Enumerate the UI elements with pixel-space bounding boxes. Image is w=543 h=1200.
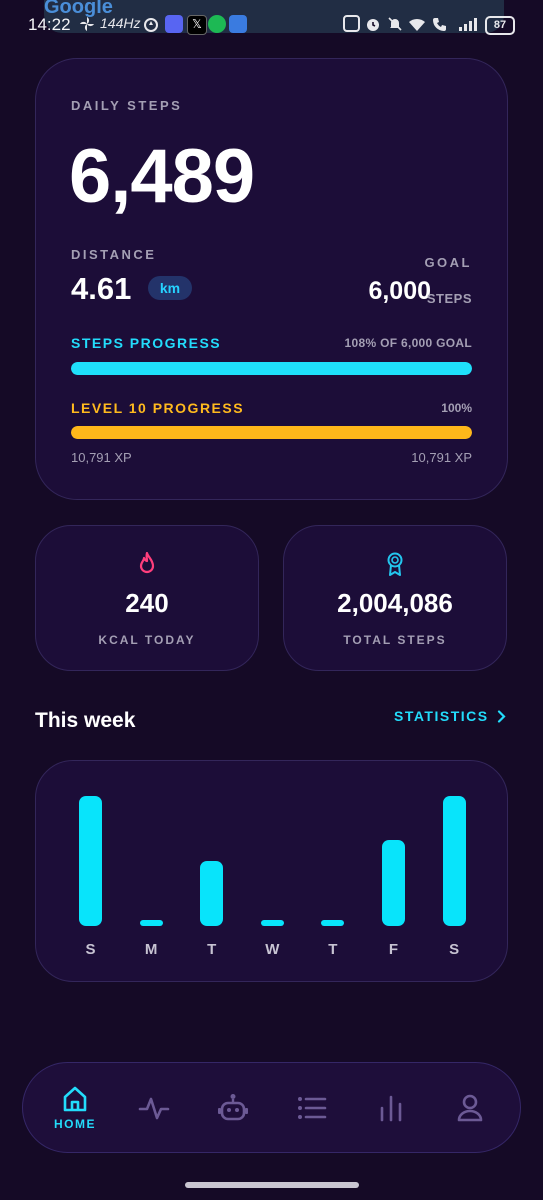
discord-icon <box>165 15 183 33</box>
chart-day-label: T <box>207 941 217 958</box>
xp-current: 10,791 XP <box>71 450 132 465</box>
steps-progress-fill <box>71 362 472 375</box>
spotify-icon <box>208 15 226 33</box>
total-steps-value: 2,004,086 <box>337 588 453 618</box>
chart-day-label: T <box>328 941 338 958</box>
chart-bar <box>139 920 163 926</box>
nav-robot[interactable] <box>203 1063 263 1152</box>
home-icon <box>63 1086 87 1111</box>
statistics-link-label: STATISTICS <box>394 708 489 724</box>
statistics-link[interactable]: STATISTICS <box>394 708 506 724</box>
steps-progress-bar <box>71 362 472 375</box>
activity-icon <box>138 1097 170 1119</box>
signal-icon <box>459 18 477 31</box>
nav-home[interactable]: HOME <box>45 1063 105 1152</box>
nav-stats[interactable] <box>361 1063 421 1152</box>
chart-bar <box>79 796 102 926</box>
alarm-icon <box>367 19 379 31</box>
battery-indicator: 87 <box>485 16 515 35</box>
mute-icon <box>388 17 402 31</box>
steps-progress-label: STEPS PROGRESS <box>71 335 222 351</box>
weekly-steps-chart: SMTWTFS <box>35 760 508 982</box>
chart-day-label: M <box>144 941 158 958</box>
kcal-value: 240 <box>125 588 169 618</box>
bar-chart-icon <box>380 1095 402 1121</box>
chart-day-label: F <box>388 941 399 958</box>
award-ribbon-icon <box>387 552 403 576</box>
profile-icon <box>457 1094 483 1121</box>
week-section-title: This week <box>35 709 136 732</box>
pinwheel-icon <box>80 17 94 31</box>
flame-icon <box>139 552 155 574</box>
status-bar: Google 14:22 144Hz 𝕏 87 <box>0 0 543 50</box>
wifi-icon <box>409 18 425 31</box>
robot-icon <box>218 1093 248 1120</box>
list-icon <box>298 1096 327 1119</box>
daily-steps-label: DAILY STEPS <box>71 98 183 113</box>
distance-unit-pill: km <box>148 276 192 300</box>
gesture-home-indicator[interactable] <box>185 1182 359 1188</box>
chart-bar <box>382 840 405 926</box>
kcal-label: KCAL TODAY <box>98 633 196 647</box>
nav-profile[interactable] <box>440 1063 500 1152</box>
chart-bar <box>200 861 224 926</box>
bottom-nav: HOME <box>22 1062 521 1153</box>
level-progress-fill <box>71 426 472 439</box>
goal-unit: STEPS <box>426 291 472 306</box>
nav-home-label: HOME <box>54 1116 96 1131</box>
distance-label: DISTANCE <box>71 247 157 262</box>
goal-value: 6,000 <box>368 277 431 305</box>
goal-label: GOAL <box>424 255 472 270</box>
total-steps-card: 2,004,086 TOTAL STEPS <box>283 525 507 671</box>
chart-day-label: W <box>265 941 280 958</box>
chart-day-label: S <box>449 941 460 958</box>
nav-list[interactable] <box>282 1063 342 1152</box>
chevron-right-icon <box>497 709 506 723</box>
x-icon: 𝕏 <box>187 15 207 35</box>
level-progress-bar <box>71 426 472 439</box>
water-drop-icon <box>144 18 158 32</box>
calendar-app-icon <box>229 15 247 33</box>
level-progress-label: LEVEL 10 PROGRESS <box>71 400 245 416</box>
refresh-rate-text: 144Hz <box>100 15 141 31</box>
steps-count: 6,489 <box>69 134 255 219</box>
xp-target: 10,791 XP <box>411 450 472 465</box>
chart-bar <box>321 920 345 926</box>
kcal-card: 240 KCAL TODAY <box>35 525 259 671</box>
daily-steps-card: DAILY STEPS 6,489 DISTANCE 4.61 km GOAL … <box>35 58 508 500</box>
chart-bar <box>260 920 284 926</box>
chart-day-label: S <box>85 941 96 958</box>
nav-activity[interactable] <box>124 1063 184 1152</box>
steps-progress-text: 108% OF 6,000 GOAL <box>344 336 472 350</box>
distance-value: 4.61 <box>71 271 132 306</box>
chart-bar <box>442 796 466 926</box>
total-steps-label: TOTAL STEPS <box>343 633 447 647</box>
wifi-call-icon <box>433 18 446 31</box>
level-progress-percent: 100% <box>441 401 472 415</box>
nfc-icon <box>343 15 360 32</box>
status-time: 14:22 <box>28 15 71 34</box>
